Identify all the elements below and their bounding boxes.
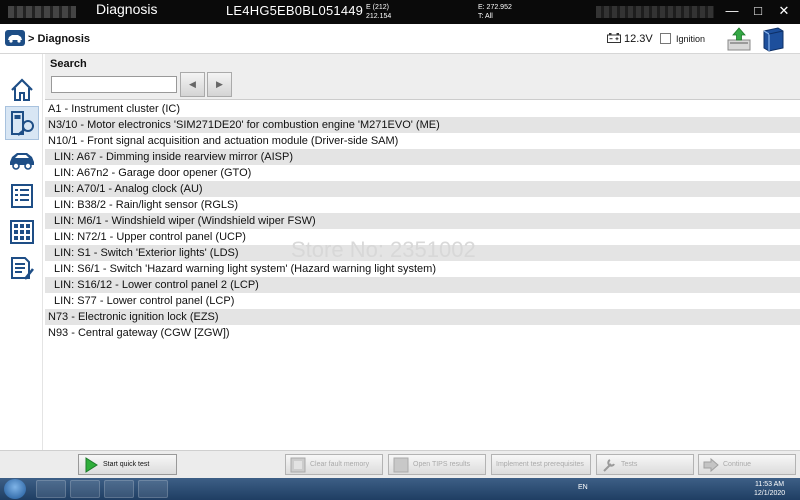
os-taskbar: EN 11:53 AM 12/1/2020 <box>0 478 800 500</box>
blurred-info <box>596 6 714 18</box>
car-icon[interactable] <box>5 30 25 46</box>
open-tips-button[interactable]: Open TIPS results <box>388 454 486 475</box>
continue-button[interactable]: Continue <box>698 454 796 475</box>
book-icon[interactable] <box>760 26 786 52</box>
ignition-label: Ignition <box>676 34 706 44</box>
title-bar: Diagnosis LE4HG5EB0BL051449 E (212) 212.… <box>0 0 800 24</box>
vehicle-icon <box>10 153 34 170</box>
search-prev-button[interactable]: ◀ <box>180 72 205 97</box>
play-icon <box>85 456 98 473</box>
breadcrumb: > Diagnosis <box>28 33 91 45</box>
tips-icon <box>393 457 409 472</box>
list-item[interactable]: LIN: A67n2 - Garage door opener (GTO) <box>45 165 800 181</box>
list-item[interactable]: LIN: S16/12 - Lower control panel 2 (LCP… <box>45 277 800 293</box>
control-unit-list: A1 - Instrument cluster (IC) N3/10 - Moto… <box>45 101 800 446</box>
tests-button[interactable]: Tests <box>596 454 694 475</box>
system-clock[interactable]: 11:53 AM 12/1/2020 <box>754 480 785 498</box>
list-item[interactable]: N93 - Central gateway (CGW [ZGW]) <box>45 325 800 341</box>
close-button[interactable]: ✕ <box>770 0 798 24</box>
taskbar-edge-icon[interactable] <box>70 480 100 498</box>
download-icon[interactable] <box>726 26 752 52</box>
maximize-button[interactable]: □ <box>744 0 772 24</box>
search-panel: Search ◀ ▶ <box>45 54 800 100</box>
list-item[interactable]: LIN: B38/2 - Rain/light sensor (RGLS) <box>45 197 800 213</box>
grid-icon <box>10 220 34 244</box>
app-title: Diagnosis <box>96 1 158 17</box>
language-indicator[interactable]: EN <box>578 484 588 491</box>
list-item[interactable]: LIN: S6/1 - Switch 'Hazard warning light… <box>45 261 800 277</box>
app-window: Diagnosis LE4HG5EB0BL051449 E (212) 212.… <box>0 0 800 500</box>
list-item[interactable]: LIN: A70/1 - Analog clock (AU) <box>45 181 800 197</box>
transmission-code: T: All <box>478 13 493 20</box>
nav-vehicle[interactable] <box>5 142 39 176</box>
nav-control-units[interactable] <box>5 106 39 140</box>
list-icon <box>11 184 33 208</box>
taskbar-app-icon[interactable] <box>104 480 134 498</box>
search-next-button[interactable]: ▶ <box>207 72 232 97</box>
battery-icon <box>607 33 621 43</box>
control-unit-icon <box>11 111 34 136</box>
engine-code: E: 272.952 <box>478 4 512 11</box>
list-item[interactable]: LIN: A67 - Dimming inside rearview mirro… <box>45 149 800 165</box>
nav-report[interactable] <box>5 251 39 285</box>
search-input[interactable] <box>51 76 177 93</box>
arrow-right-icon <box>703 457 719 472</box>
list-item[interactable]: N3/10 - Motor electronics 'SIM271DE20' f… <box>45 117 800 133</box>
ignition-checkbox[interactable] <box>660 33 671 44</box>
vehicle-code: E (212) <box>366 4 389 11</box>
voltage-value: 12.3V <box>624 33 653 45</box>
search-title: Search <box>50 58 87 70</box>
clear-fault-memory-button[interactable]: Clear fault memory <box>285 454 383 475</box>
list-item[interactable]: A1 - Instrument cluster (IC) <box>45 101 800 117</box>
taskbar-paint-icon[interactable] <box>138 480 168 498</box>
list-item[interactable]: N10/1 - Front signal acquisition and act… <box>45 133 800 149</box>
breadcrumb-bar: > Diagnosis 12.3V Ignition <box>0 24 800 54</box>
left-nav <box>0 54 43 450</box>
continue-label: Continue <box>723 461 752 468</box>
nav-grid[interactable] <box>5 215 39 249</box>
start-quick-test-label: Start quick test <box>103 461 150 468</box>
watermark-text: Store No: 2351002 <box>291 237 476 262</box>
taskbar-explorer-icon[interactable] <box>36 480 66 498</box>
implement-prerequisites-button[interactable]: Implement test prerequisites <box>491 454 591 475</box>
blurred-logo <box>8 6 76 18</box>
list-item[interactable]: LIN: M6/1 - Windshield wiper (Windshield… <box>45 213 800 229</box>
start-button[interactable] <box>4 479 26 499</box>
vehicle-code-sub: 212.154 <box>366 13 392 20</box>
tests-label: Tests <box>621 461 638 468</box>
list-item[interactable]: N73 - Electronic ignition lock (EZS) <box>45 309 800 325</box>
start-quick-test-button[interactable]: Start quick test <box>78 454 177 475</box>
clear-fault-memory-label: Clear fault memory <box>310 461 370 468</box>
nav-list[interactable] <box>5 179 39 213</box>
nav-home[interactable] <box>5 73 39 107</box>
vin-number: LE4HG5EB0BL051449 <box>226 3 364 18</box>
minimize-button[interactable]: — <box>718 0 746 24</box>
report-icon <box>11 257 35 280</box>
home-icon <box>11 78 33 101</box>
footer-toolbar: Start quick test Clear fault memory Open… <box>0 450 800 478</box>
open-tips-label: Open TIPS results <box>413 461 471 468</box>
list-item[interactable]: LIN: S77 - Lower control panel (LCP) <box>45 293 800 309</box>
eraser-icon <box>290 457 306 472</box>
implement-prerequisites-label: Implement test prerequisites <box>496 461 584 468</box>
clock-time: 11:53 AM <box>755 481 785 488</box>
clock-date: 12/1/2020 <box>754 490 786 497</box>
wrench-icon <box>603 458 615 472</box>
